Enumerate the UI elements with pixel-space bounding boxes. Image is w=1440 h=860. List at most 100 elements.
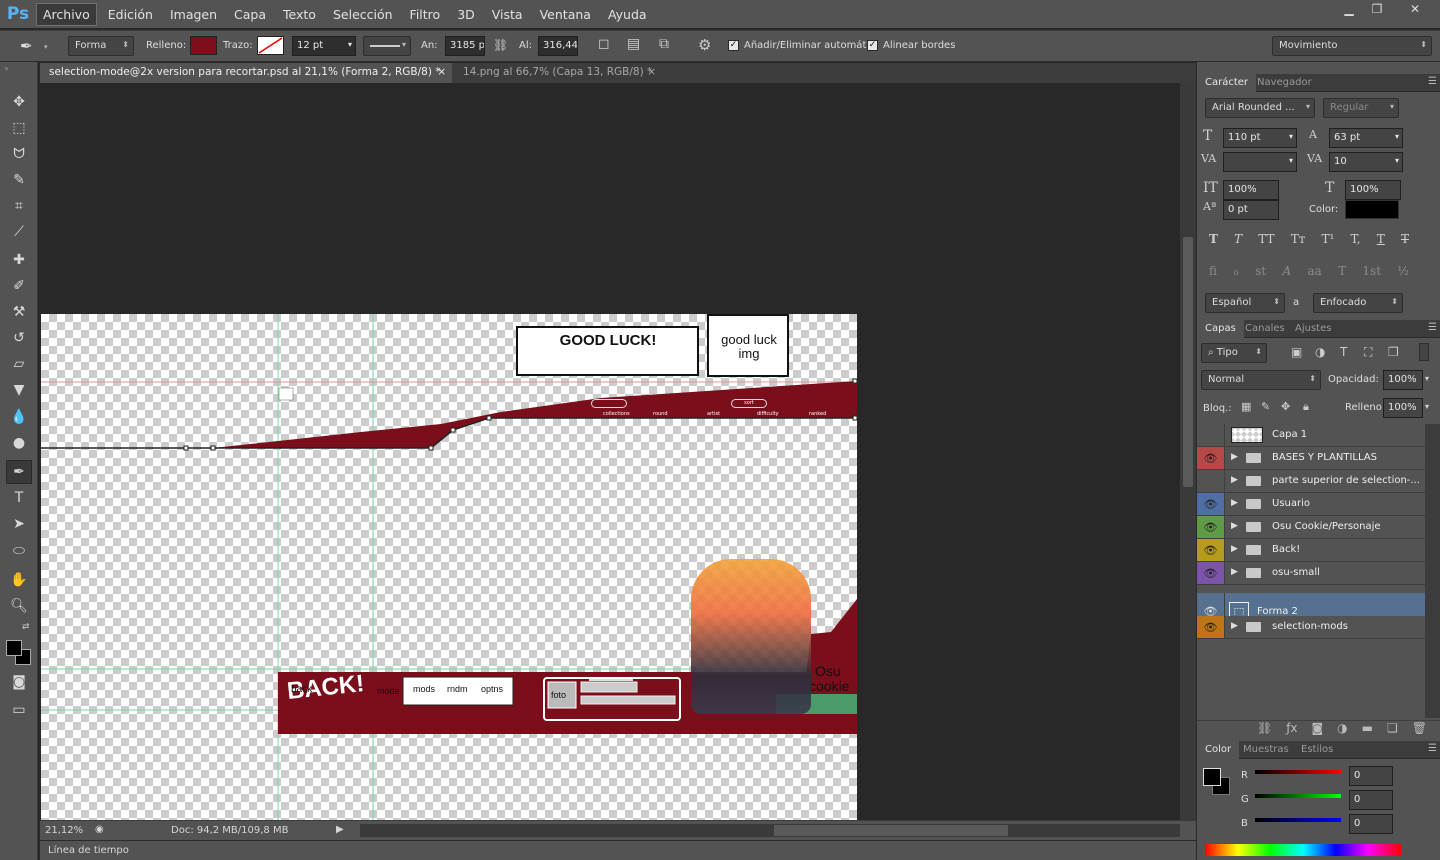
gear-icon[interactable]: ⚙: [698, 36, 711, 54]
blue-slider[interactable]: [1255, 818, 1341, 822]
eye-icon[interactable]: 👁︎: [1197, 616, 1225, 638]
clone-stamp-icon[interactable]: ⚒: [6, 300, 32, 324]
menu-capa[interactable]: Capa: [228, 4, 272, 25]
type-tool-icon[interactable]: T: [6, 486, 32, 510]
expand-group-icon[interactable]: ▶: [1231, 521, 1238, 531]
expand-group-icon[interactable]: ▶: [1231, 621, 1238, 631]
underline-icon[interactable]: T: [1377, 232, 1385, 246]
lasso-tool-icon[interactable]: ᗢ: [6, 142, 32, 166]
eye-icon[interactable]: 👁︎: [1197, 447, 1225, 469]
minimize-icon[interactable]: ▁: [1334, 0, 1364, 18]
new-adjustment-icon[interactable]: ◑: [1337, 721, 1347, 738]
baseline-field[interactable]: 0 pt: [1223, 200, 1279, 220]
status-info-icon[interactable]: ◉: [95, 824, 104, 835]
lock-pixels-icon[interactable]: ✎: [1261, 400, 1270, 413]
quick-select-tool-icon[interactable]: ✎: [6, 168, 32, 192]
path-arrangement-icon[interactable]: ⧉: [659, 36, 669, 52]
menu-ayuda[interactable]: Ayuda: [602, 4, 653, 25]
hand-tool-icon[interactable]: ✋: [6, 568, 32, 592]
dodge-tool-icon[interactable]: ●: [6, 431, 32, 455]
stroke-size-field[interactable]: 12 pt ▾: [292, 36, 356, 56]
delete-layer-icon[interactable]: 🗑︎: [1412, 721, 1427, 738]
ordinals-icon[interactable]: 1st: [1362, 264, 1381, 278]
layer-row[interactable]: 👁︎ ▶ Osu Cookie/Personaje: [1197, 516, 1425, 539]
menu-imagen[interactable]: Imagen: [164, 4, 223, 25]
expand-group-icon[interactable]: ▶: [1231, 452, 1238, 462]
fill-dropdown-icon[interactable]: ▾: [1425, 402, 1429, 411]
path-alignment-icon[interactable]: ▤: [627, 36, 640, 52]
stroke-type-select[interactable]: ▾: [363, 36, 411, 56]
tracking-field[interactable]: 10 ▾: [1329, 152, 1403, 172]
canvas[interactable]: GOOD LUCK! good luck img sort collections…: [41, 314, 857, 820]
discretionary-ligatures-icon[interactable]: ℴ: [1233, 264, 1239, 278]
timeline-panel[interactable]: Línea de tiempo: [40, 840, 1196, 860]
tab-document-2[interactable]: 14.png al 66,7% (Capa 13, RGB/8) * ×: [454, 63, 662, 83]
quick-mask-icon[interactable]: ◙: [6, 670, 32, 694]
menu-seleccion[interactable]: Selección: [327, 4, 399, 25]
path-operations-icon[interactable]: ◻: [598, 36, 610, 52]
close-icon[interactable]: ✕: [1400, 0, 1430, 18]
paint-bucket-icon[interactable]: ▼: [6, 378, 32, 402]
eye-icon[interactable]: 👁︎: [1197, 516, 1225, 538]
blur-tool-icon[interactable]: 💧: [6, 405, 32, 429]
blue-field[interactable]: 0: [1349, 814, 1393, 834]
layer-row[interactable]: 👁︎ ▶ Back!: [1197, 539, 1425, 562]
screen-mode-icon[interactable]: ▭: [6, 698, 32, 722]
layer-list-scrollbar[interactable]: [1425, 424, 1440, 718]
language-select[interactable]: Español ⬍: [1205, 293, 1285, 313]
opacity-field[interactable]: 100%: [1383, 370, 1423, 390]
tab-styles[interactable]: Estilos: [1293, 741, 1341, 759]
tab-channels[interactable]: Canales: [1237, 320, 1293, 338]
tab-adjustments[interactable]: Ajustes: [1287, 320, 1339, 338]
eye-icon[interactable]: 👁︎: [1197, 562, 1225, 584]
horizontal-scrollbar[interactable]: [360, 824, 1180, 837]
faux-italic-icon[interactable]: T: [1234, 232, 1242, 246]
zoom-level[interactable]: 21,12%: [45, 825, 83, 836]
stylistic-alternates-icon[interactable]: st: [1255, 264, 1266, 278]
lock-all-icon[interactable]: 🔒︎: [1303, 400, 1309, 414]
all-caps-icon[interactable]: TT: [1258, 232, 1274, 246]
brush-tool-icon[interactable]: ✐: [6, 274, 32, 298]
swap-colors-icon[interactable]: ⇄: [22, 622, 30, 632]
history-brush-icon[interactable]: ↺: [6, 326, 32, 350]
filter-type-icon[interactable]: T: [1340, 345, 1347, 359]
filter-toggle[interactable]: [1419, 343, 1429, 361]
foreground-color-swatch[interactable]: [6, 640, 22, 656]
eyedropper-tool-icon[interactable]: ⟋: [6, 220, 32, 244]
fill-field[interactable]: 100%: [1383, 398, 1423, 418]
lock-position-icon[interactable]: ✥: [1281, 400, 1290, 413]
panel-menu-icon[interactable]: ☰: [1428, 322, 1437, 333]
panel-menu-icon[interactable]: ☰: [1428, 743, 1437, 754]
scroll-thumb[interactable]: [774, 825, 1008, 836]
new-group-icon[interactable]: ▬: [1362, 721, 1373, 738]
strikethrough-icon[interactable]: T: [1401, 232, 1409, 246]
small-caps-icon[interactable]: Tт: [1291, 232, 1306, 246]
healing-brush-icon[interactable]: ✚: [6, 248, 32, 272]
font-style-select[interactable]: Regular ▾: [1323, 98, 1399, 118]
horizontal-scale-field[interactable]: 100%: [1345, 180, 1401, 200]
superscript-icon[interactable]: T¹: [1322, 232, 1335, 246]
kerning-field[interactable]: ▾: [1223, 152, 1297, 172]
eye-icon[interactable]: 👁︎: [1197, 539, 1225, 561]
menu-ventana[interactable]: Ventana: [534, 4, 597, 25]
expand-group-icon[interactable]: ▶: [1231, 498, 1238, 508]
green-slider[interactable]: [1255, 794, 1341, 798]
preset-dropdown-icon[interactable]: ▾: [44, 43, 48, 51]
swash-icon[interactable]: A: [1282, 264, 1291, 278]
pen-tool-preset-icon[interactable]: ✒: [20, 37, 33, 55]
text-color-swatch[interactable]: [1345, 200, 1399, 219]
tool-mode-select[interactable]: Forma ⬍: [68, 36, 134, 56]
collapse-icon[interactable]: »: [4, 64, 9, 73]
add-mask-icon[interactable]: ◙: [1312, 721, 1324, 738]
height-field[interactable]: 316,44 p: [538, 36, 578, 56]
green-field[interactable]: 0: [1349, 790, 1393, 810]
subscript-icon[interactable]: T,: [1351, 232, 1361, 246]
fill-swatch[interactable]: [190, 36, 217, 55]
status-arrow-icon[interactable]: ▶: [336, 824, 344, 835]
menu-filtro[interactable]: Filtro: [404, 4, 447, 25]
tab-close-icon[interactable]: ×: [647, 66, 656, 78]
link-icon[interactable]: ⛓: [493, 38, 508, 52]
layer-row[interactable]: 👁︎ ▶ BASES Y PLANTILLAS: [1197, 447, 1425, 470]
filter-shape-icon[interactable]: ⛶: [1364, 345, 1372, 360]
restore-icon[interactable]: ❐: [1362, 0, 1392, 18]
